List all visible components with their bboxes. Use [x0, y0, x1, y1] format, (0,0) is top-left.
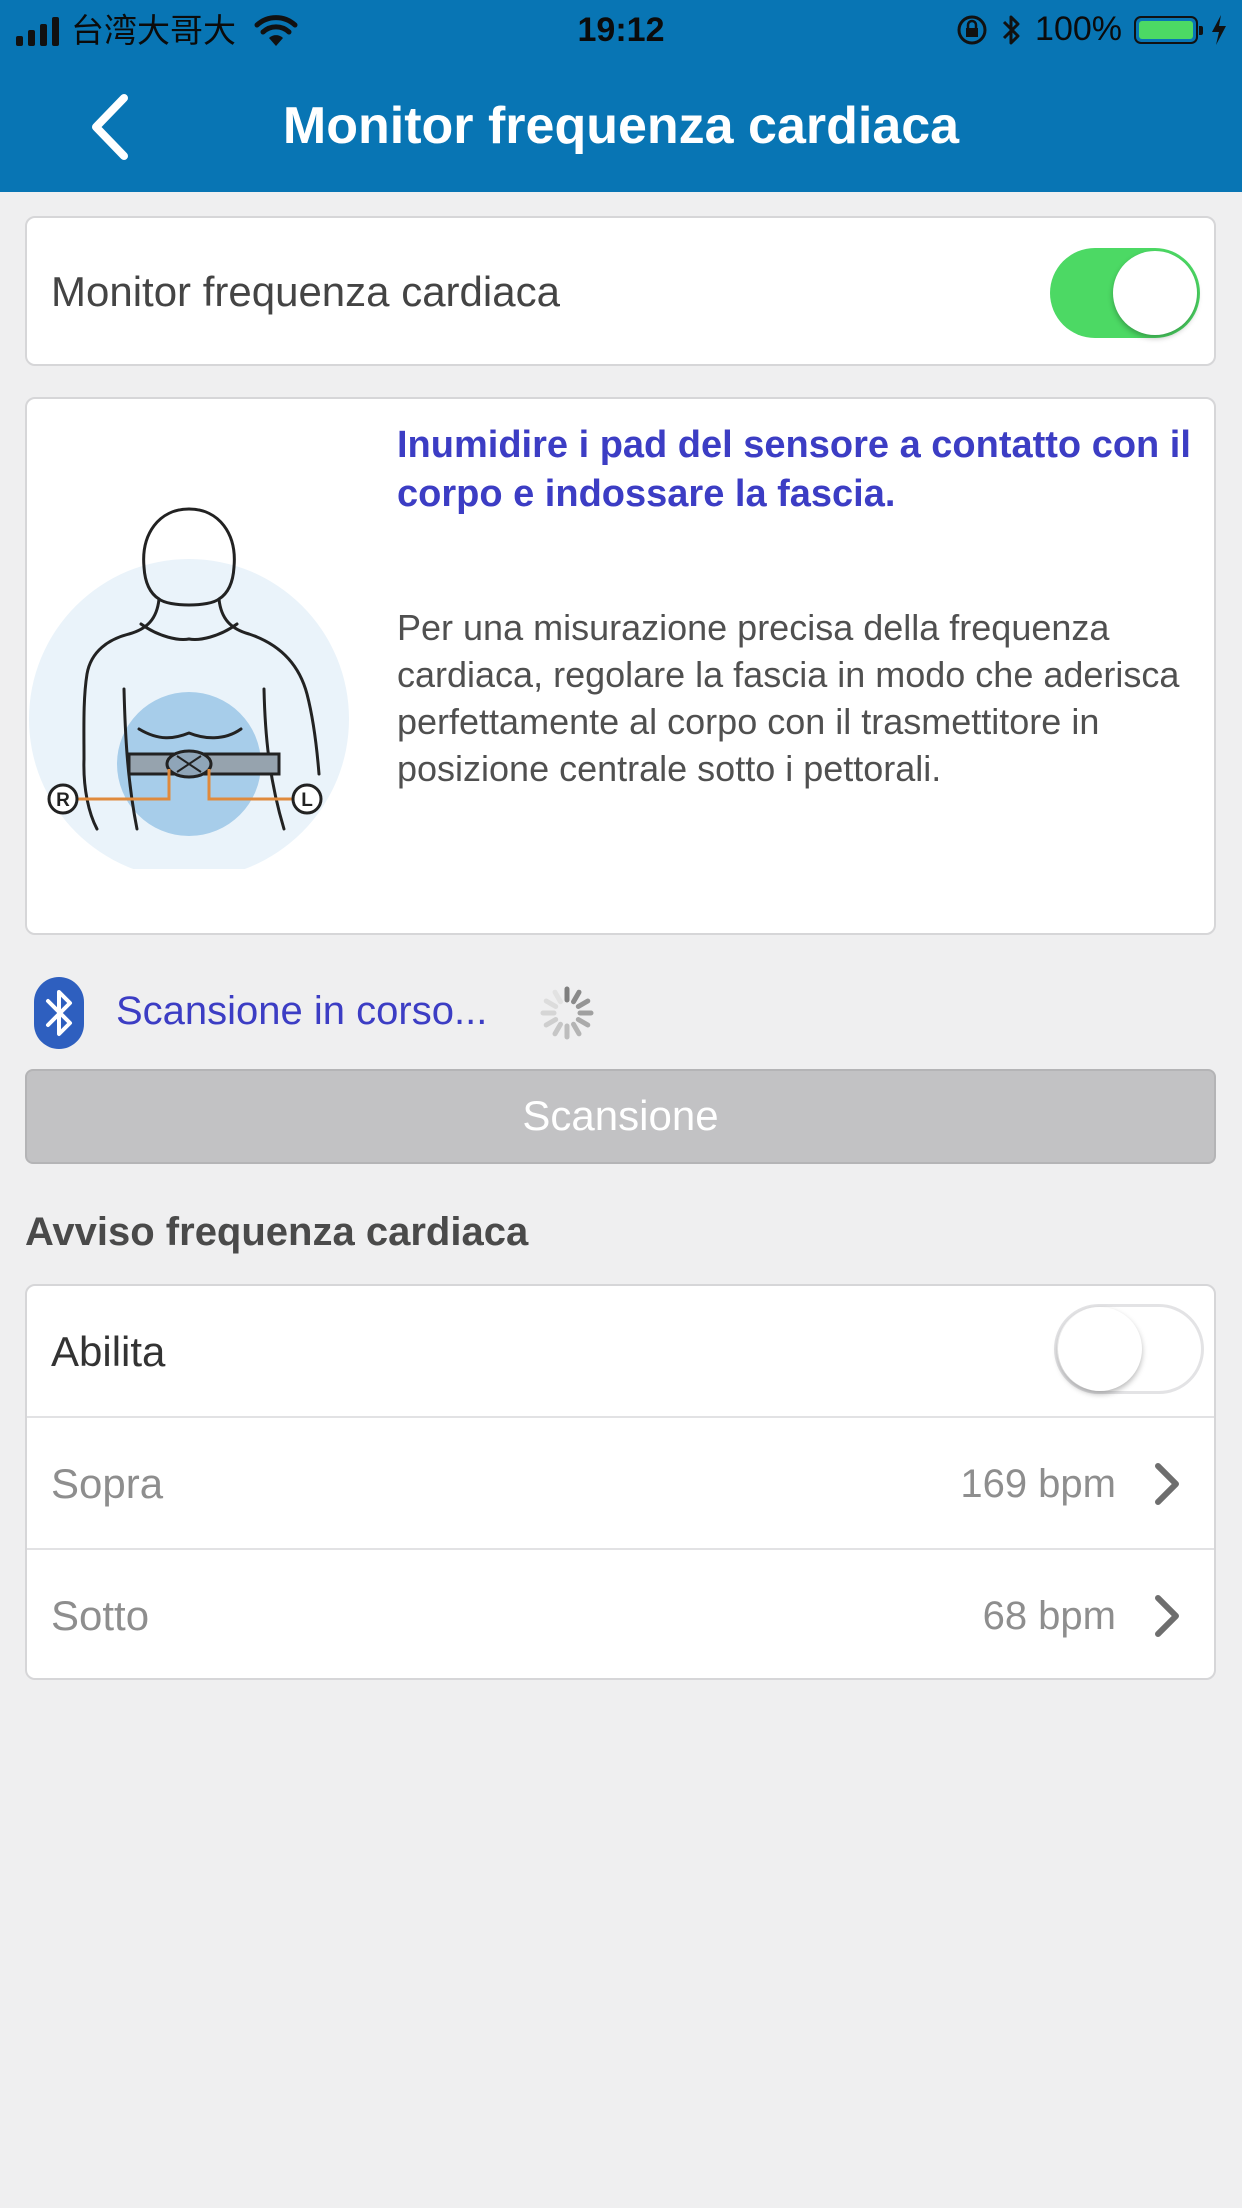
left-marker-text: L	[301, 790, 313, 811]
right-marker-text: R	[56, 790, 70, 811]
alert-section-title: Avviso frequenza cardiaca	[25, 1210, 529, 1254]
rotation-lock-icon	[957, 15, 987, 44]
upper-limit-label: Sopra	[51, 1460, 164, 1507]
scan-button[interactable]: Scansione	[25, 1069, 1216, 1164]
chevron-right-icon	[1155, 1595, 1179, 1637]
enable-alert-switch[interactable]	[1054, 1304, 1204, 1394]
lower-limit-row[interactable]: Sotto 68 bpm	[27, 1548, 1214, 1682]
battery-percent: 100%	[1035, 10, 1122, 48]
bluetooth-icon	[34, 977, 84, 1049]
instructions-card: R L Inumidire i pad del sensore a contat…	[25, 397, 1216, 935]
status-bar: 台湾大哥大 19:12 100%	[0, 0, 1242, 62]
upper-limit-row[interactable]: Sopra 169 bpm	[27, 1416, 1214, 1550]
bluetooth-status-icon	[1002, 15, 1020, 44]
lower-limit-label: Sotto	[51, 1592, 150, 1639]
page-title: Monitor frequenza cardiaca	[282, 97, 960, 155]
alert-settings-card: Abilita Sopra 169 bpm Sotto 68 bpm	[25, 1284, 1216, 1680]
instructions-body: Per una misurazione precisa della freque…	[397, 607, 1180, 789]
monitor-toggle-label: Monitor frequenza cardiaca	[51, 268, 560, 315]
chevron-right-icon	[1155, 1463, 1179, 1505]
battery-icon	[1134, 15, 1203, 44]
enable-alert-row: Abilita	[27, 1286, 1214, 1418]
scan-status-row: Scansione in corso...	[34, 977, 734, 1049]
nav-bar: Monitor frequenza cardiaca	[0, 62, 1242, 192]
status-right: 100%	[955, 10, 1228, 49]
monitor-toggle-card: Monitor frequenza cardiaca	[25, 216, 1216, 366]
chest-strap-illustration: R L	[29, 507, 349, 869]
monitor-toggle-switch[interactable]	[1050, 248, 1200, 338]
toggle-knob	[1058, 1307, 1142, 1391]
upper-limit-value: 169 bpm	[960, 1462, 1116, 1506]
lower-limit-value: 68 bpm	[982, 1594, 1116, 1638]
loading-spinner-icon	[540, 986, 594, 1040]
toggle-knob	[1113, 251, 1197, 335]
charging-icon	[1212, 14, 1226, 45]
enable-alert-label: Abilita	[51, 1328, 166, 1375]
scan-status-text: Scansione in corso...	[116, 989, 488, 1033]
instructions-title: Inumidire i pad del sensore a contatto c…	[397, 424, 1191, 515]
